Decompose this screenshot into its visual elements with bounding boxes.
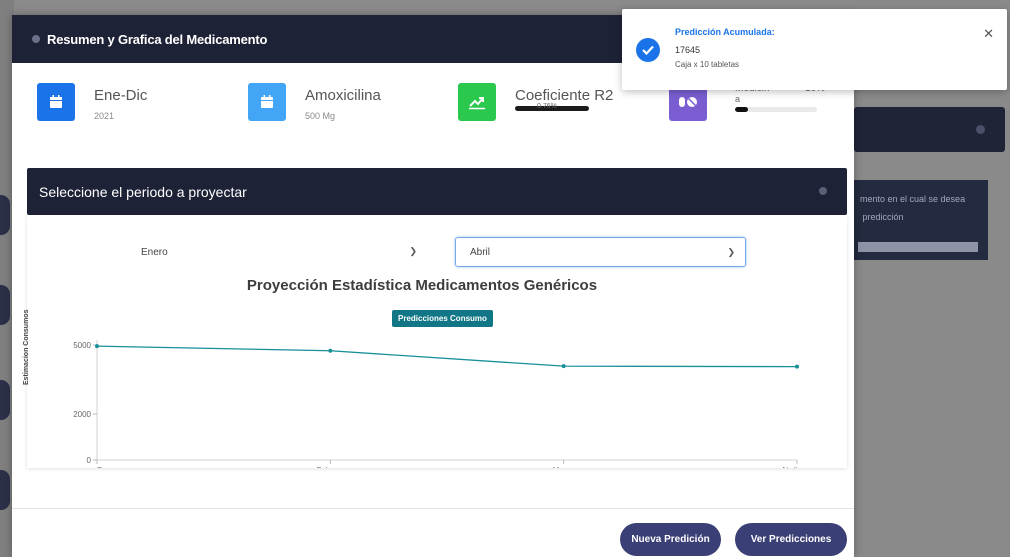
toast-title: Predicción Acumulada: xyxy=(675,27,775,37)
r2-progress-label: 0.76% xyxy=(537,103,557,110)
data-point xyxy=(795,364,799,369)
background-nav-item xyxy=(0,470,10,510)
period-section-title: Seleccione el periodo a proyectar xyxy=(39,183,247,200)
data-point xyxy=(328,348,333,353)
y-tick-label: 0 xyxy=(87,456,92,465)
background-panel-header xyxy=(854,107,1005,152)
stat-medicina-title-cont: a xyxy=(735,94,741,104)
stat-medicine-title: Amoxicilina xyxy=(305,87,381,104)
stat-period-title: Ene-Dic xyxy=(94,87,148,104)
data-point xyxy=(561,364,566,369)
background-nav-item xyxy=(0,195,10,235)
x-tick-label: Enero xyxy=(97,466,119,468)
stat-r2-title: Coeficiente R2 xyxy=(515,87,614,104)
background-nav-item xyxy=(0,380,10,420)
modal-title: Resumen y Grafica del Medicamento xyxy=(47,31,268,47)
period-section-header: Seleccione el periodo a proyectar xyxy=(27,168,847,215)
background-card-text: mento en el cual se desea predicción xyxy=(860,194,966,222)
y-tick-label: 5000 xyxy=(73,341,91,350)
panel-icon xyxy=(976,125,985,134)
toast-value: 17645 xyxy=(675,45,701,55)
background-card-input xyxy=(858,242,978,252)
background-card: mento en el cual se desea predicción xyxy=(854,180,988,260)
y-tick-label: 2000 xyxy=(73,410,91,419)
stat-medicine: Amoxicilina 500 Mg xyxy=(248,83,381,121)
medicina-progress-bar xyxy=(735,107,817,112)
header-dot-icon xyxy=(32,35,40,43)
stat-medicine-dose: 500 Mg xyxy=(305,111,336,121)
check-circle-icon xyxy=(636,38,660,62)
x-tick-label: Febrero xyxy=(316,466,345,468)
line-chart: 0 2000 5000 Enero Febrero Marzo Abril xyxy=(73,340,799,468)
calendar-icon xyxy=(248,83,286,121)
x-tick-label: Marzo xyxy=(553,466,576,468)
medicina-progress-fill xyxy=(735,107,749,112)
series-line xyxy=(96,345,798,368)
data-point xyxy=(95,344,99,349)
medication-summary-modal: Resumen y Grafica del Medicamento Ene-Di… xyxy=(12,15,854,557)
toast-unit: Caja x 10 tabletas xyxy=(675,60,740,69)
background-nav-item xyxy=(0,285,10,325)
section-header-icon xyxy=(819,187,827,195)
stat-r2: Coeficiente R2 0.76% xyxy=(458,83,613,121)
calendar-icon xyxy=(37,83,75,121)
modal-footer-divider xyxy=(12,508,854,509)
r2-progress-bar: 0.76% xyxy=(515,103,589,111)
new-prediction-button[interactable]: Nueva Predición xyxy=(620,523,721,556)
period-section: Seleccione el periodo a proyectar Enero … xyxy=(23,168,847,468)
stat-period-subtitle: 2021 xyxy=(94,111,115,121)
prediction-toast: Predicción Acumulada: 17645 Caja x 10 ta… xyxy=(622,9,1007,90)
view-predictions-button[interactable]: Ver Predicciones xyxy=(735,523,847,556)
close-icon[interactable]: ✕ xyxy=(983,26,994,42)
stat-period: Ene-Dic 2021 xyxy=(37,83,147,121)
x-tick-label: Abril xyxy=(781,466,797,468)
chart-trend-icon xyxy=(458,83,496,121)
period-section-body: Enero ❯ Abril ❯ Proyección Estadística M… xyxy=(23,215,847,468)
